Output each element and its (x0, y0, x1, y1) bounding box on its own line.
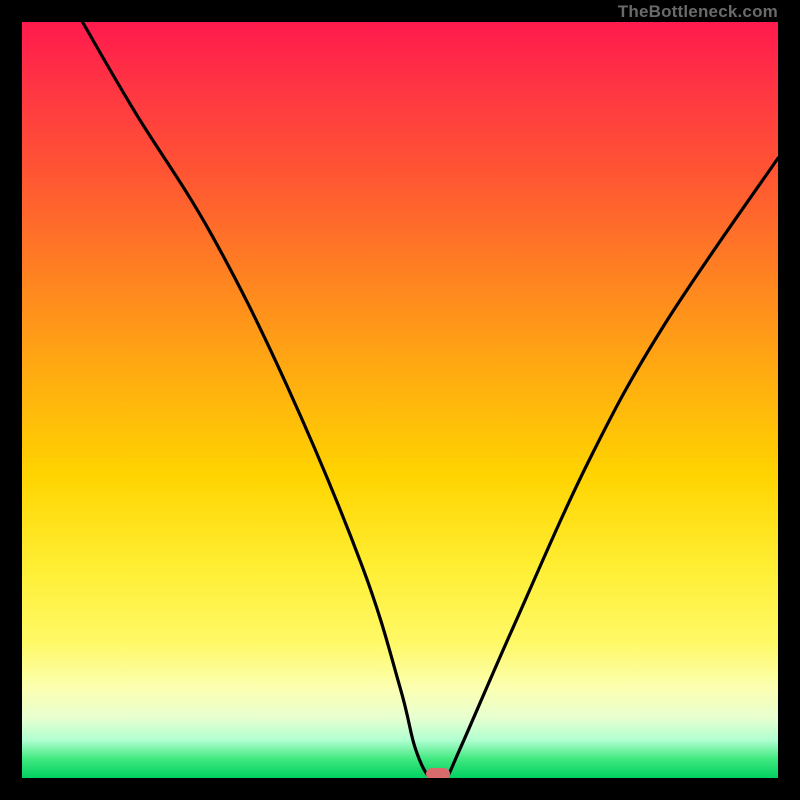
optimum-marker (426, 768, 450, 778)
plot-area (22, 22, 778, 778)
bottleneck-curve (22, 22, 778, 778)
watermark-text: TheBottleneck.com (618, 2, 778, 22)
